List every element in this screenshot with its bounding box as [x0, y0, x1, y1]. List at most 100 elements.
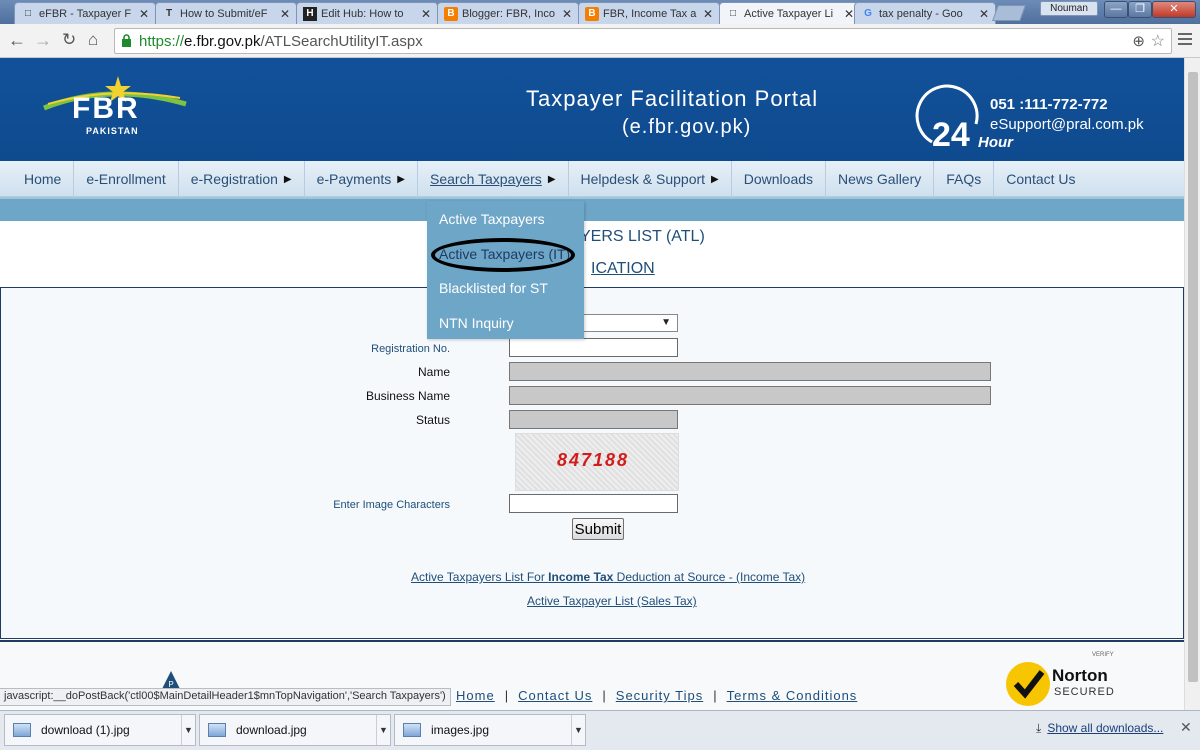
home-icon[interactable]: ⌂: [88, 30, 98, 50]
nav-helpdesk-support[interactable]: Helpdesk & Support ▶: [569, 161, 732, 197]
zoom-icon[interactable]: ⊕: [1132, 32, 1145, 50]
close-icon[interactable]: ✕: [1180, 719, 1192, 736]
dropdown-item-active-taxpayers[interactable]: Active Taxpayers: [439, 211, 545, 227]
scrollbar-thumb[interactable]: [1188, 72, 1198, 682]
image-file-icon: [13, 723, 31, 737]
sales-tax-list-link[interactable]: Active Taxpayer List (Sales Tax): [527, 594, 697, 608]
dropdown-item-ntn-inquiry[interactable]: NTN Inquiry: [439, 315, 514, 331]
blogger-icon: B: [585, 6, 599, 21]
chevron-down-icon[interactable]: ▼: [181, 715, 195, 745]
search-form-panel: ▼ Registration No. Name Business Name St…: [0, 287, 1184, 639]
browser-tab[interactable]: T How to Submit/eF ✕: [155, 2, 297, 24]
sub-menu-bar: [0, 197, 1184, 221]
portal-title: Taxpayer Facilitation Portal: [526, 86, 819, 111]
minimize-button[interactable]: —: [1104, 1, 1128, 18]
bookmark-star-icon[interactable]: ☆: [1151, 31, 1165, 51]
income-tax-list-link[interactable]: Active Taxpayers List For Income Tax Ded…: [411, 570, 805, 584]
footer-link-security-tips[interactable]: Security Tips: [616, 688, 703, 703]
blogger-icon: B: [444, 6, 458, 21]
caret-right-icon: ▶: [397, 173, 405, 185]
tab-label: Blogger: FBR, Inco: [462, 7, 555, 20]
page-scrollbar[interactable]: [1184, 58, 1200, 710]
back-arrow-icon[interactable]: ←: [8, 30, 26, 51]
nav-contact-us[interactable]: Contact Us: [994, 161, 1087, 197]
nav-e-payments[interactable]: e-Payments ▶: [305, 161, 418, 197]
captcha-input[interactable]: [509, 494, 678, 513]
maximize-button[interactable]: ❐: [1128, 1, 1152, 18]
close-icon[interactable]: ✕: [703, 7, 713, 21]
menu-icon[interactable]: [1178, 33, 1192, 47]
status-bubble: javascript:__doPostBack('ctl00$MainDetai…: [0, 688, 451, 706]
footer-link-contact-us[interactable]: Contact Us: [518, 688, 592, 703]
nav-news-gallery[interactable]: News Gallery: [826, 161, 935, 197]
footer-separator: |: [504, 688, 509, 703]
chevron-down-icon[interactable]: ▼: [571, 715, 585, 745]
nav-downloads[interactable]: Downloads: [732, 161, 827, 197]
page-subtitle-link[interactable]: ICATION: [591, 260, 655, 278]
logo-country: PAKISTAN: [86, 126, 139, 136]
caret-right-icon: ▶: [547, 173, 556, 185]
download-arrow-icon: ⤓: [1036, 721, 1042, 735]
browser-tab[interactable]: B FBR, Income Tax a ✕: [578, 2, 720, 24]
status-label: Status: [415, 413, 450, 427]
caret-right-icon: ▶: [283, 173, 292, 185]
captcha-image: 847188: [515, 433, 679, 491]
image-file-icon: [208, 723, 226, 737]
browser-tab-active[interactable]: □ Active Taxpayer Li ✕: [719, 2, 861, 24]
profile-button[interactable]: Nouman: [1040, 1, 1098, 16]
nav-faqs[interactable]: FAQs: [934, 161, 995, 197]
search-taxpayers-dropdown: Active Taxpayers Active Taxpayers (IT) B…: [427, 201, 584, 339]
hours-number: 24: [932, 116, 970, 154]
name-field: [509, 362, 991, 381]
status-field: [509, 410, 678, 429]
registration-label: Registration No.: [371, 343, 450, 355]
norton-check-icon: [1006, 662, 1050, 706]
download-filename: images.jpg: [431, 723, 490, 737]
nav-e-enrollment[interactable]: e-Enrollment: [74, 161, 179, 197]
url-bar[interactable]: https://e.fbr.gov.pk/ATLSearchUtilityIT.…: [114, 28, 1172, 54]
caret-right-icon: ▶: [711, 173, 719, 185]
nav-e-registration[interactable]: e-Registration ▶: [179, 161, 305, 197]
download-item[interactable]: download (1).jpg ▼: [4, 714, 196, 746]
support-email[interactable]: eSupport@pral.com.pk: [990, 116, 1144, 133]
submit-button[interactable]: Submit: [572, 518, 624, 540]
downloads-bar: download (1).jpg ▼ download.jpg ▼ images…: [0, 710, 1200, 750]
tab-label: FBR, Income Tax a: [603, 7, 697, 20]
footer-link-terms[interactable]: Terms & Conditions: [727, 688, 858, 703]
tab-label: tax penalty - Goo: [879, 7, 963, 20]
support-24-hour-badge: 24 Hour: [914, 80, 1013, 154]
close-icon[interactable]: ✕: [562, 7, 572, 21]
reload-icon[interactable]: ↻: [62, 30, 76, 50]
download-item[interactable]: images.jpg ▼: [394, 714, 586, 746]
nav-home[interactable]: Home: [12, 161, 75, 197]
name-label: Name: [417, 365, 450, 379]
registration-input[interactable]: [509, 338, 678, 357]
close-icon[interactable]: ✕: [844, 7, 854, 21]
browser-tab[interactable]: □ eFBR - Taxpayer F ✕: [14, 2, 156, 24]
page-title: YERS LIST (ATL): [580, 228, 705, 245]
fbr-logo[interactable]: FBR PAKISTAN: [40, 74, 190, 144]
close-icon[interactable]: ✕: [280, 7, 290, 21]
new-tab-button[interactable]: [992, 5, 1026, 21]
close-icon[interactable]: ✕: [421, 7, 431, 21]
nav-search-taxpayers[interactable]: Search Taxpayers ▶: [418, 161, 569, 197]
chevron-down-icon: ▼: [661, 317, 671, 328]
chevron-down-icon[interactable]: ▼: [376, 715, 390, 745]
address-toolbar: ← → ↻ ⌂ https://e.fbr.gov.pk/ATLSearchUt…: [0, 24, 1200, 58]
image-file-icon: [403, 723, 421, 737]
browser-tab[interactable]: B Blogger: FBR, Inco ✕: [437, 2, 579, 24]
captcha-label: Enter Image Characters: [333, 499, 450, 511]
browser-tab[interactable]: G tax penalty - Goo ✕: [854, 2, 996, 24]
window-close-button[interactable]: ✕: [1152, 1, 1196, 18]
close-icon[interactable]: ✕: [139, 7, 149, 21]
close-icon[interactable]: ✕: [979, 7, 989, 21]
browser-tab[interactable]: H Edit Hub: How to ✕: [296, 2, 438, 24]
download-item[interactable]: download.jpg ▼: [199, 714, 391, 746]
norton-secured-badge[interactable]: VERIFY Norton SECURED: [1006, 652, 1126, 708]
show-all-downloads-link[interactable]: ⤓ Show all downloads...: [1036, 721, 1163, 736]
portal-subtitle: (e.fbr.gov.pk): [622, 116, 752, 138]
footer-links: Home | Contact Us | Security Tips | Terms & Co…: [456, 688, 857, 703]
footer-link-home[interactable]: Home: [456, 688, 495, 703]
dropdown-item-blacklisted-st[interactable]: Blacklisted for ST: [439, 280, 548, 296]
forward-arrow-icon[interactable]: →: [34, 30, 52, 51]
